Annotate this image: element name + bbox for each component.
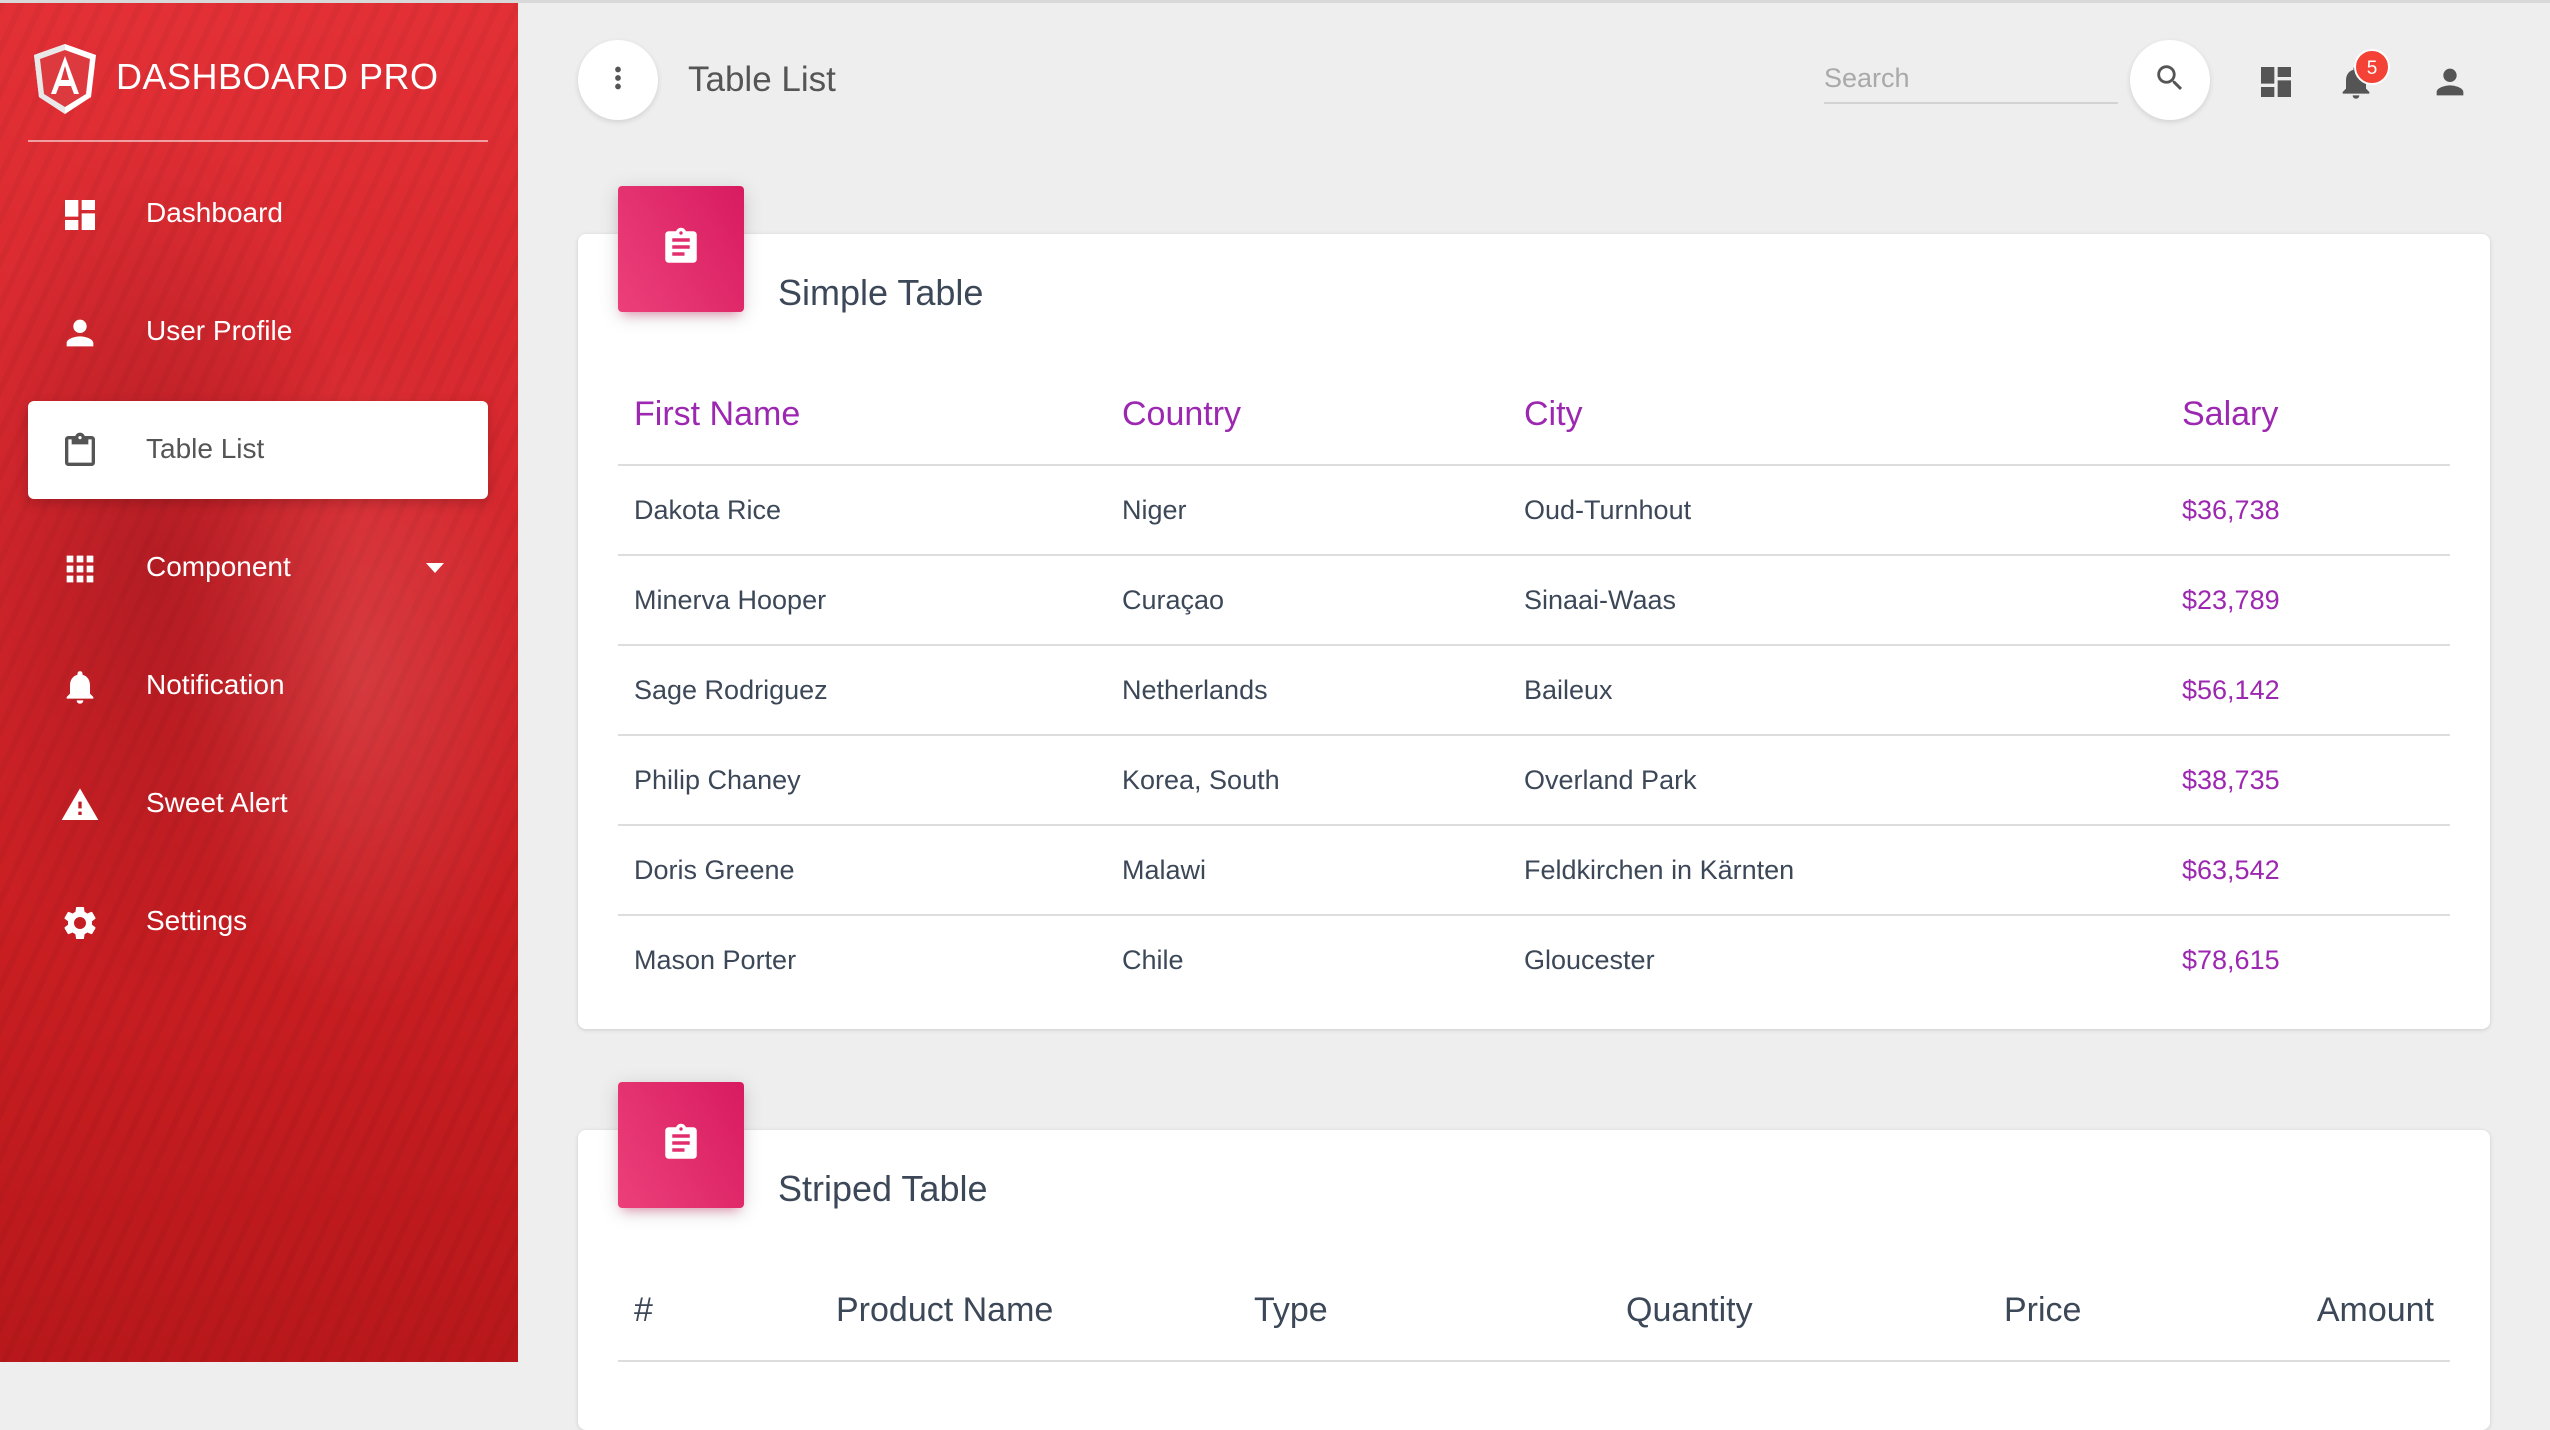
sidebar-item-dashboard[interactable]: Dashboard: [28, 165, 488, 263]
dashboard-icon: [60, 195, 100, 235]
card-header-icon: [618, 186, 744, 312]
sidebar-item-label: Component: [146, 551, 291, 582]
column-header-quantity: Quantity: [1610, 1260, 1988, 1362]
sidebar-item-component[interactable]: Component: [28, 519, 488, 617]
sidebar-header: DASHBOARD PRO: [28, 28, 488, 142]
sidebar-item-table-list[interactable]: Table List: [28, 401, 488, 499]
table-row: Doris Greene Malawi Feldkirchen in Kärnt…: [618, 825, 2450, 916]
cell-country: Chile: [1122, 944, 1184, 975]
clipboard-icon: [60, 431, 100, 471]
table-header-row: First Name Country City Salary: [618, 364, 2450, 466]
cell-first-name: Minerva Hooper: [618, 555, 1106, 646]
column-header-number: #: [618, 1260, 820, 1362]
cell-salary: $56,142: [2166, 645, 2450, 736]
simple-table-card: Simple Table First Name Country City Sal…: [578, 186, 2490, 1029]
column-header-amount: Amount: [2262, 1260, 2450, 1362]
brand-name[interactable]: DASHBOARD PRO: [116, 56, 439, 98]
column-header-salary: Salary: [2166, 364, 2450, 466]
dashboard-icon: [2256, 67, 2296, 106]
sidebar-item-label: Table List: [146, 433, 265, 464]
search-input[interactable]: [1824, 56, 2118, 100]
cell-country: Korea, South: [1106, 735, 1508, 826]
sidebar-item-settings[interactable]: Settings: [28, 873, 488, 971]
top-border: [0, 0, 2550, 3]
assignment-icon: [660, 226, 702, 273]
search-icon: [2153, 61, 2187, 100]
cell-city: Oud-Turnhout: [1508, 465, 2166, 556]
sidebar-toggle-button[interactable]: [578, 40, 658, 120]
striped-table: # Product Name Type Quantity Price Amoun…: [618, 1260, 2450, 1362]
table-row: Dakota Rice Niger Oud-Turnhout $36,738: [618, 465, 2450, 556]
sidebar-item-label: Notification: [146, 669, 285, 700]
cell-salary: $23,789: [2166, 555, 2450, 646]
cell-city: Gloucester: [1524, 944, 1655, 975]
table-row: Philip Chaney Korea, South Overland Park…: [618, 735, 2450, 826]
sidebar-item-label: Dashboard: [146, 197, 283, 228]
bell-icon: [2336, 66, 2376, 106]
column-header-country: Country: [1106, 364, 1508, 466]
sidebar-item-label: User Profile: [146, 315, 293, 346]
cell-first-name: Mason Porter: [634, 944, 797, 975]
cell-country: Niger: [1106, 465, 1508, 556]
page-title: Table List: [688, 60, 836, 99]
sidebar-nav: Dashboard User Profile Table List Compon…: [28, 165, 488, 991]
cell-first-name: Doris Greene: [618, 825, 1106, 916]
sidebar-item-sweet-alert[interactable]: Sweet Alert: [28, 755, 488, 853]
sidebar-item-notification[interactable]: Notification: [28, 637, 488, 735]
cell-city: Feldkirchen in Kärnten: [1508, 825, 2166, 916]
column-header-product-name: Product Name: [820, 1260, 1238, 1362]
warning-icon: [60, 785, 100, 825]
column-header-first-name: First Name: [618, 364, 1106, 466]
cell-city: Overland Park: [1508, 735, 2166, 826]
cell-salary: $36,738: [2166, 465, 2450, 556]
cell-city: Baileux: [1508, 645, 2166, 736]
table-row: Sage Rodriguez Netherlands Baileux $56,1…: [618, 645, 2450, 736]
cell-salary: $38,735: [2166, 735, 2450, 826]
cell-city: Sinaai-Waas: [1508, 555, 2166, 646]
cell-country: Malawi: [1106, 825, 1508, 916]
gear-icon: [60, 903, 100, 943]
cell-salary: $78,615: [2182, 944, 2280, 975]
apps-grid-icon: [60, 549, 100, 589]
card-title: Simple Table: [778, 272, 984, 313]
card-title: Striped Table: [778, 1168, 988, 1209]
card-header-icon: [618, 1082, 744, 1208]
table-row: Minerva Hooper Curaçao Sinaai-Waas $23,7…: [618, 555, 2450, 646]
caret-down-icon[interactable]: [426, 563, 444, 573]
person-icon: [60, 313, 100, 353]
sidebar-item-label: Sweet Alert: [146, 787, 288, 818]
bell-icon: [60, 667, 100, 707]
column-header-type: Type: [1238, 1260, 1610, 1362]
user-account-button[interactable]: [2430, 62, 2470, 102]
person-icon: [2430, 68, 2470, 106]
notification-badge: 5: [2354, 49, 2390, 85]
search-button[interactable]: [2130, 40, 2210, 120]
column-header-price: Price: [1988, 1260, 2262, 1362]
cell-first-name: Philip Chaney: [618, 735, 1106, 826]
cell-first-name: Dakota Rice: [618, 465, 1106, 556]
sidebar-item-label: Settings: [146, 905, 248, 936]
table-header-row: # Product Name Type Quantity Price Amoun…: [618, 1260, 2450, 1362]
cell-salary: $63,542: [2166, 825, 2450, 916]
table-row: Mason Porter Chile Gloucester $78,615: [618, 915, 2450, 1004]
dashboard-nav-button[interactable]: [2256, 62, 2296, 102]
column-header-city: City: [1508, 364, 2166, 466]
cell-first-name: Sage Rodriguez: [618, 645, 1106, 736]
more-vertical-icon: [601, 61, 635, 100]
angular-logo-icon[interactable]: [34, 44, 96, 114]
cell-country: Netherlands: [1106, 645, 1508, 736]
assignment-icon: [660, 1122, 702, 1169]
search-field: [1824, 56, 2118, 104]
simple-table: First Name Country City Salary Dakota Ri…: [618, 364, 2450, 1004]
sidebar: DASHBOARD PRO Dashboard User Profile Tab…: [0, 0, 518, 1362]
cell-country: Curaçao: [1106, 555, 1508, 646]
striped-table-card: Striped Table # Product Name Type Quanti…: [578, 1082, 2490, 1430]
sidebar-item-user-profile[interactable]: User Profile: [28, 283, 488, 381]
